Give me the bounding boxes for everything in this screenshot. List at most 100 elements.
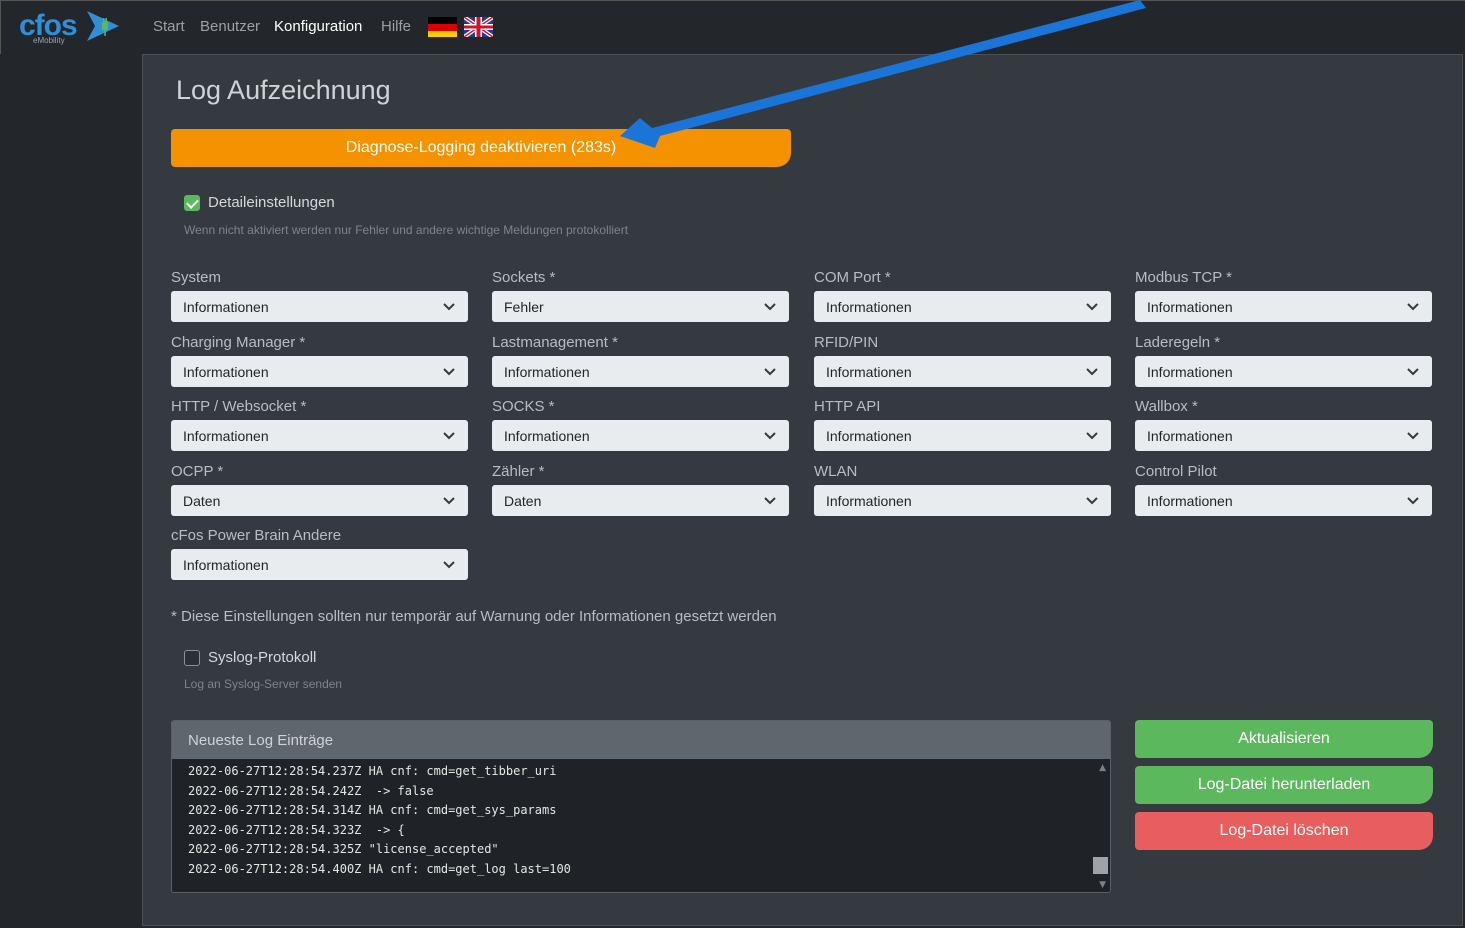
select-http-websocket[interactable]: Informationen bbox=[171, 420, 468, 451]
field-sockets: Sockets * Fehler bbox=[492, 269, 789, 322]
select-lastmanagement[interactable]: Informationen bbox=[492, 356, 789, 387]
details-checkbox-row[interactable]: Detaileinstellungen bbox=[184, 194, 335, 211]
log-line: 2022-06-27T12:28:54.242Z -> false bbox=[188, 783, 434, 798]
select-value: Daten bbox=[183, 492, 221, 509]
field-control-pilot: Control Pilot Informationen bbox=[1135, 463, 1432, 516]
nav-konfiguration[interactable]: Konfiguration bbox=[274, 18, 362, 35]
field-label: cFos Power Brain Andere bbox=[171, 527, 342, 544]
select-value: Informationen bbox=[1147, 363, 1233, 380]
field-http-api: HTTP API Informationen bbox=[814, 398, 1111, 451]
field-label: Laderegeln * bbox=[1135, 334, 1221, 351]
field-label: Sockets * bbox=[492, 269, 556, 286]
select-value: Daten bbox=[504, 492, 542, 509]
field-system: System Informationen bbox=[171, 269, 468, 322]
refresh-button[interactable]: Aktualisieren bbox=[1135, 720, 1433, 758]
log-entries-body[interactable]: 2022-06-27T12:28:54.237Z HA cnf: cmd=get… bbox=[172, 759, 1092, 892]
select-system[interactable]: Informationen bbox=[171, 291, 468, 322]
select-wlan[interactable]: Informationen bbox=[814, 485, 1111, 516]
scrollbar-thumb[interactable] bbox=[1093, 857, 1108, 874]
select-wallbox[interactable]: Informationen bbox=[1135, 420, 1432, 451]
select-control-pilot[interactable]: Informationen bbox=[1135, 485, 1432, 516]
nav-benutzer[interactable]: Benutzer bbox=[200, 18, 260, 35]
chevron-down-icon bbox=[1407, 431, 1419, 439]
german-flag-icon[interactable] bbox=[428, 17, 457, 37]
select-charging-manager[interactable]: Informationen bbox=[171, 356, 468, 387]
cfos-logo[interactable]: cfos eMobility bbox=[19, 9, 129, 49]
field-wlan: WLAN Informationen bbox=[814, 463, 1111, 516]
field-charging-manager: Charging Manager * Informationen bbox=[171, 334, 468, 387]
chevron-down-icon bbox=[764, 302, 776, 310]
log-settings-panel: Log Aufzeichnung Diagnose-Logging deakti… bbox=[142, 54, 1463, 926]
diagnose-logging-deactivate-button[interactable]: Diagnose-Logging deaktivieren (283s) bbox=[171, 129, 791, 167]
details-label: Detaileinstellungen bbox=[208, 194, 335, 211]
select-value: Informationen bbox=[183, 556, 269, 573]
field-label: SOCKS * bbox=[492, 398, 555, 415]
field-label: Zähler * bbox=[492, 463, 545, 480]
select-ocpp[interactable]: Daten bbox=[171, 485, 468, 516]
field-label: OCPP * bbox=[171, 463, 224, 480]
chevron-down-icon bbox=[443, 367, 455, 375]
details-checkbox[interactable] bbox=[184, 194, 200, 211]
field-label: Lastmanagement * bbox=[492, 334, 618, 351]
field-http-websocket: HTTP / Websocket * Informationen bbox=[171, 398, 468, 451]
syslog-checkbox-row[interactable]: Syslog-Protokoll bbox=[184, 649, 316, 666]
select-value: Informationen bbox=[504, 427, 590, 444]
field-label: COM Port * bbox=[814, 269, 891, 286]
select-http-api[interactable]: Informationen bbox=[814, 420, 1111, 451]
scroll-down-icon[interactable]: ▼ bbox=[1099, 880, 1106, 890]
select-value: Informationen bbox=[826, 427, 912, 444]
chevron-down-icon bbox=[443, 496, 455, 504]
select-modbus-tcp[interactable]: Informationen bbox=[1135, 291, 1432, 322]
field-rfid-pin: RFID/PIN Informationen bbox=[814, 334, 1111, 387]
select-value: Informationen bbox=[826, 492, 912, 509]
field-power-brain-andere: cFos Power Brain Andere Informationen bbox=[171, 527, 468, 580]
select-socks[interactable]: Informationen bbox=[492, 420, 789, 451]
select-power-brain-andere[interactable]: Informationen bbox=[171, 549, 468, 580]
select-rfid-pin[interactable]: Informationen bbox=[814, 356, 1111, 387]
select-laderegeln[interactable]: Informationen bbox=[1135, 356, 1432, 387]
field-label: Modbus TCP * bbox=[1135, 269, 1232, 286]
select-zaehler[interactable]: Daten bbox=[492, 485, 789, 516]
field-label: System bbox=[171, 269, 222, 286]
chevron-down-icon bbox=[1407, 302, 1419, 310]
field-label: Wallbox * bbox=[1135, 398, 1198, 415]
field-label: WLAN bbox=[814, 463, 858, 480]
chevron-down-icon bbox=[1086, 431, 1098, 439]
select-value: Informationen bbox=[183, 363, 269, 380]
chevron-down-icon bbox=[764, 431, 776, 439]
log-line: 2022-06-27T12:28:54.400Z HA cnf: cmd=get… bbox=[188, 861, 571, 876]
log-entries-box: Neueste Log Einträge 2022-06-27T12:28:54… bbox=[171, 720, 1111, 893]
delete-log-button[interactable]: Log-Datei löschen bbox=[1135, 812, 1433, 850]
field-socks: SOCKS * Informationen bbox=[492, 398, 789, 451]
field-label: HTTP API bbox=[814, 398, 881, 415]
log-line: 2022-06-27T12:28:54.314Z HA cnf: cmd=get… bbox=[188, 803, 557, 818]
select-com-port[interactable]: Informationen bbox=[814, 291, 1111, 322]
plug-arrow-icon bbox=[87, 11, 119, 41]
chevron-down-icon bbox=[1086, 496, 1098, 504]
field-com-port: COM Port * Informationen bbox=[814, 269, 1111, 322]
log-line: 2022-06-27T12:28:54.237Z HA cnf: cmd=get… bbox=[188, 764, 557, 778]
chevron-down-icon bbox=[764, 367, 776, 375]
syslog-checkbox[interactable] bbox=[184, 649, 200, 666]
download-log-button[interactable]: Log-Datei herunterladen bbox=[1135, 766, 1433, 804]
uk-flag-icon[interactable] bbox=[464, 17, 493, 37]
temporary-settings-note: * Diese Einstellungen sollten nur tempor… bbox=[171, 608, 777, 625]
chevron-down-icon bbox=[764, 496, 776, 504]
select-value: Informationen bbox=[1147, 427, 1233, 444]
select-value: Informationen bbox=[183, 298, 269, 315]
field-label: RFID/PIN bbox=[814, 334, 879, 351]
select-sockets[interactable]: Fehler bbox=[492, 291, 789, 322]
log-line: 2022-06-27T12:28:54.323Z -> { bbox=[188, 822, 405, 837]
select-value: Informationen bbox=[1147, 298, 1233, 315]
chevron-down-icon bbox=[1407, 367, 1419, 375]
log-scrollbar[interactable]: ▲ ▼ bbox=[1092, 759, 1110, 892]
chevron-down-icon bbox=[1407, 496, 1419, 504]
field-lastmanagement: Lastmanagement * Informationen bbox=[492, 334, 789, 387]
field-label: Control Pilot bbox=[1135, 463, 1217, 480]
log-line: 2022-06-27T12:28:54.325Z "license_accept… bbox=[188, 842, 499, 857]
nav-hilfe[interactable]: Hilfe bbox=[381, 18, 411, 35]
nav-start[interactable]: Start bbox=[153, 18, 185, 35]
select-value: Informationen bbox=[1147, 492, 1233, 509]
syslog-hint: Log an Syslog-Server senden bbox=[184, 677, 343, 691]
scroll-up-icon[interactable]: ▲ bbox=[1099, 763, 1106, 773]
